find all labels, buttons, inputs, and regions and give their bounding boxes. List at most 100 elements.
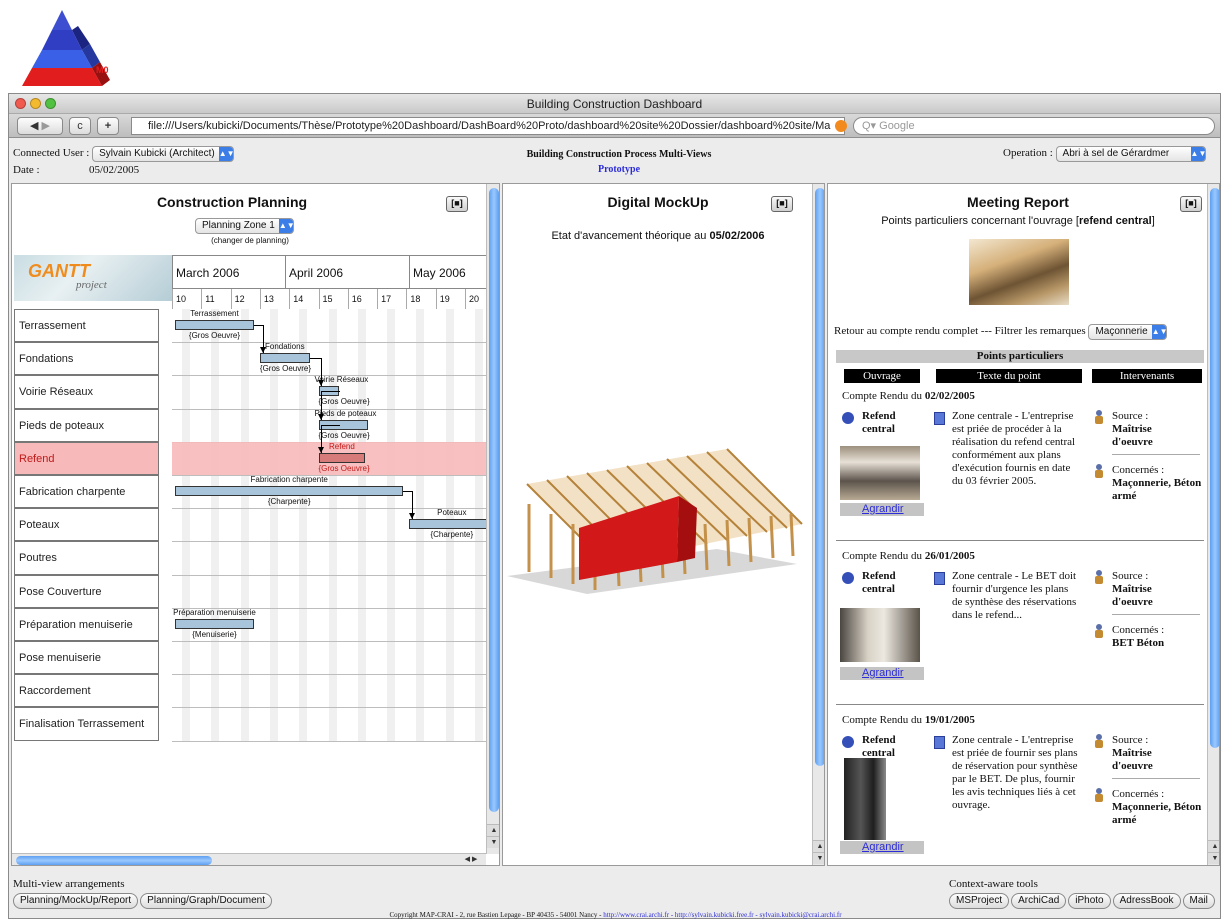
planning-vscroll[interactable]: ▲ ▼ [486,184,499,854]
report-vscroll-thumb[interactable] [1210,188,1219,748]
gantt-row-label[interactable]: Raccordement [14,674,159,708]
reload-icon[interactable]: c [69,117,91,135]
copyright-links[interactable]: http://www.crai.archi.fr - http://sylvai… [603,911,841,919]
planning-vscroll-thumb[interactable] [489,188,499,812]
globe-icon [842,412,854,424]
gantt-row-label[interactable]: Finalisation Terrassement [14,707,159,741]
operation-select[interactable]: Abri à sel de Gérardmer ▲▼ [1055,146,1206,162]
gantt-column-band [328,309,337,741]
tool-button-msproject[interactable]: MSProject [949,893,1010,909]
gantt-row-label[interactable]: Poteaux [14,508,159,542]
concerned-value: BET Béton [1112,637,1165,649]
gantt-chart-area: March 2006 April 2006 May 2006 10 11 12 13 14 15… [172,255,495,865]
zone-hint: (changer de planning) [211,236,289,245]
section-title: Points particuliers [836,350,1204,363]
document-icon [934,412,945,425]
arrangement-button[interactable]: Planning/MockUp/Report [13,893,139,909]
scroll-up-icon[interactable]: ▲ [1208,840,1219,852]
enlarge-link[interactable]: Agrandir [840,667,924,680]
url-field[interactable]: file:///Users/kubicki/Documents/Thèse/Pr… [131,117,845,135]
tool-button-archicad[interactable]: ArchiCad [1011,893,1067,909]
arrangement-button[interactable]: Planning/Graph/Document [140,893,273,909]
globe-icon [842,736,854,748]
user-row: Connected User : Sylvain Kubicki (Archit… [13,146,235,162]
enlarge-link[interactable]: Agrandir [840,841,924,854]
filter-row: Retour au compte rendu complet --- Filtr… [834,324,1168,340]
gantt-week-label: 18 [406,289,436,309]
fullscreen-icon[interactable]: [■] [771,196,793,212]
entry-date-prefix: Compte Rendu du [842,714,925,726]
gantt-row-label[interactable]: Pieds de poteaux [14,408,159,442]
tool-button-iphoto[interactable]: iPhoto [1068,893,1111,909]
url-text[interactable]: file:///Users/kubicki/Documents/Thèse/Pr… [148,120,830,132]
concerned-value: Maçonnerie, Béton armé [1112,477,1202,502]
gantt-row-label[interactable]: Préparation menuiserie [14,607,159,641]
prototype-link[interactable]: Prototype [598,164,640,175]
filter-select-value[interactable]: Maçonnerie [1095,326,1147,337]
report-entry: Compte Rendu du 19/01/2005 Refend centra… [828,714,1208,864]
gantt-week-label: 10 [172,289,202,309]
report-pane: Meeting Report [■] Points particuliers c… [827,183,1220,866]
enlarge-link[interactable]: Agrandir [840,503,924,516]
gantt-row-label[interactable]: Terrassement [14,309,159,343]
operation-select-value[interactable]: Abri à sel de Gérardmer [1063,148,1170,159]
search-field[interactable]: Q▾ Google [853,117,1215,135]
filter-select[interactable]: Maçonnerie ▲▼ [1088,324,1168,340]
mockup-vscroll-thumb[interactable] [815,188,824,766]
gantt-row-label[interactable]: Pose Couverture [14,574,159,608]
entry-divider [836,704,1204,705]
person-icon [1094,410,1104,424]
zone-select-value[interactable]: Planning Zone 1 [202,220,275,231]
gantt-row-label[interactable]: Voirie Réseaux [14,375,159,409]
gantt-task-bar[interactable] [174,486,404,496]
gantt-task-bar[interactable] [174,320,255,330]
report-vscroll[interactable]: ▲ ▼ [1207,184,1219,865]
report-subtitle-suffix: ] [1151,215,1155,227]
user-select[interactable]: Sylvain Kubicki (Architect) ▲▼ [92,146,235,162]
gantt-row-label[interactable]: Pose menuiserie [14,641,159,675]
plus-icon[interactable]: + [97,117,119,135]
scroll-down-icon[interactable]: ▼ [1208,852,1219,864]
tool-button-adressbook[interactable]: AdressBook [1112,893,1181,909]
gantt-task-group: {Menuiserie} [192,629,237,639]
planning-hscroll-thumb[interactable] [16,856,212,865]
scroll-left-right-icon[interactable]: ◀ ▶ [458,855,484,865]
back-arrow-icon[interactable]: ◀ [30,120,38,132]
gantt-week-label: 15 [318,289,348,309]
scroll-up-icon[interactable]: ▲ [487,824,499,836]
person-icon [1094,464,1104,478]
gantt-task-group: {Charpente} [267,497,311,506]
person-icon [1094,788,1104,802]
gantt-task-bar[interactable] [174,618,255,629]
date-value: 05/02/2005 [89,164,140,176]
gantt-task-bar[interactable] [259,353,310,364]
planning-hscroll[interactable]: ◀ ▶ [12,853,486,865]
mockup-vscroll[interactable]: ▲ ▼ [812,184,824,865]
gantt-row-label[interactable]: Fondations [14,342,159,376]
zone-select[interactable]: Planning Zone 1 ▲▼ [195,218,295,234]
gantt-row-label[interactable]: Fabrication charpente [14,475,159,509]
gantt-row-label[interactable]: Poutres [14,541,159,575]
fullscreen-icon[interactable]: [■] [1180,196,1202,212]
col-header-intervenants: Intervenants [1092,369,1202,383]
gantt-month-label: May 2006 [409,255,490,289]
gantt-task-bar[interactable] [318,452,366,463]
entry-date: Compte Rendu du 02/02/2005 [842,390,975,402]
mockup-pane: Digital MockUp [■] Etat d'avancement thé… [502,183,825,866]
rss-icon[interactable] [835,120,847,132]
filter-text[interactable]: Retour au compte rendu complet --- Filtr… [834,325,1086,337]
back-forward-button[interactable]: ◀ ▶ [17,117,63,135]
tool-button-mail[interactable]: Mail [1182,893,1215,909]
fullscreen-icon[interactable]: [■] [446,196,468,212]
forward-arrow-icon[interactable]: ▶ [42,120,50,132]
scroll-down-icon[interactable]: ▼ [487,836,499,848]
scroll-down-icon[interactable]: ▼ [813,852,824,864]
tools-buttons: MSProject ArchiCad iPhoto AdressBook Mail [949,893,1217,909]
gantt-week-label: 19 [435,289,465,309]
gantt-logo-sub: project [76,279,107,291]
scroll-up-icon[interactable]: ▲ [813,840,824,852]
user-select-value[interactable]: Sylvain Kubicki (Architect) [99,148,215,159]
gantt-row-label[interactable]: Refend [14,441,159,475]
gantt-task-bar[interactable] [409,519,495,530]
source-label: Source : [1112,734,1149,746]
